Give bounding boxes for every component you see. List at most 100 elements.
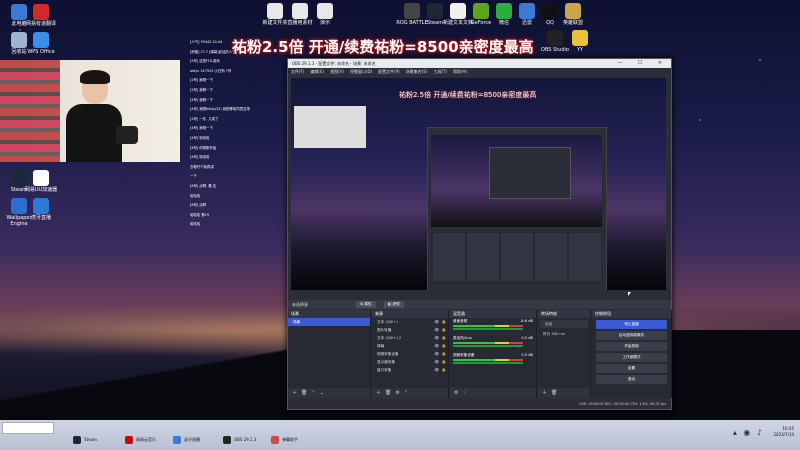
source-item[interactable]: 显示器采集 👁 🔒 — [372, 358, 448, 366]
move-up-icon[interactable]: ⌃ — [311, 390, 315, 396]
taskbar-item[interactable]: 虎牙直播 — [172, 434, 200, 446]
lock-icon[interactable]: 🔒 — [442, 326, 446, 334]
source-up-icon[interactable]: ⌃ — [404, 390, 408, 396]
app-icon — [572, 30, 588, 46]
taskbar-item-label: 虎牙直播 — [184, 437, 200, 442]
menu-item[interactable]: 文件(F) — [291, 69, 304, 74]
source-settings-icon[interactable]: ⚙ — [395, 390, 399, 396]
desktop-icon[interactable]: 演示 — [308, 3, 342, 26]
eye-icon[interactable]: 👁 — [434, 366, 439, 374]
mixer-settings-icon[interactable]: ⚙ — [454, 390, 458, 396]
source-label: 文本 (GDI+) — [377, 320, 398, 324]
lock-icon[interactable]: 🔒 — [442, 334, 446, 342]
desktop-icon[interactable]: 网易有道翻译 — [24, 4, 58, 27]
source-item[interactable]: 图片轮播 👁 🔒 — [372, 326, 448, 334]
desktop-icon-label: WPS Office — [27, 49, 55, 55]
menu-item[interactable]: 场景集合(S) — [406, 69, 428, 74]
taskbar-item[interactable]: 网易云音乐 — [124, 434, 156, 446]
obs-titlebar[interactable]: OBS 29.1.3 - 配置文件: 未命名 - 场景: 未命名 — ☐ ✕ — [288, 59, 671, 68]
remove-scene-icon[interactable]: 🗑 — [301, 390, 307, 396]
move-down-icon[interactable]: ⌄ — [320, 390, 324, 396]
remove-transition-icon[interactable]: 🗑 — [551, 390, 557, 396]
system-tray[interactable]: ▴ ◉ ♪ — [733, 428, 764, 437]
add-source-icon[interactable]: ＋ — [376, 390, 381, 396]
streamer — [60, 70, 122, 162]
taskbar-app-icon — [125, 436, 133, 444]
source-item[interactable]: 弹幕 👁 🔒 — [372, 342, 448, 350]
chat-message: [4号] 我刚一下 — [190, 97, 213, 102]
taskbar-item[interactable]: 弹幕助手 — [270, 434, 298, 446]
transition-select[interactable]: 淡出 — [540, 320, 588, 328]
desktop-icon-label: 网易有道翻译 — [25, 21, 56, 27]
menu-item[interactable]: 帮助(H) — [453, 69, 467, 74]
taskbar-item-label: Steam — [84, 437, 97, 442]
eye-icon[interactable]: 👁 — [434, 342, 439, 350]
source-item[interactable]: 文本 (GDI+) 👁 🔒 — [372, 318, 448, 326]
desktop-icon-label: 演示 — [319, 20, 330, 26]
chat-message: [2号] 这是什么游戏 — [190, 59, 220, 64]
control-button[interactable]: 设置 — [596, 364, 667, 373]
lock-icon[interactable]: 🔒 — [442, 358, 446, 366]
source-label: 弹幕 — [377, 344, 385, 348]
window-buttons[interactable]: — ☐ ✕ — [617, 59, 669, 68]
scenes-dock: 场景 场景 ＋ 🗑 ⌃ ⌄ — [288, 310, 371, 398]
taskbar-item[interactable]: Steam — [72, 434, 97, 446]
properties-button[interactable]: ⚙ 属性 — [356, 301, 376, 308]
filters-button[interactable]: ◧ 滤镜 — [384, 301, 404, 308]
taskbar-search[interactable] — [2, 422, 54, 434]
eye-icon[interactable]: 👁 — [434, 350, 439, 358]
volume-slider[interactable] — [453, 362, 523, 364]
source-label: 图片轮播 — [377, 328, 392, 332]
source-item[interactable]: 窗口采集 👁 🔒 — [372, 366, 448, 374]
source-item[interactable]: 视频采集设备 👁 🔒 — [372, 350, 448, 358]
obs-preview[interactable]: 祐粉2.5倍 开通/续费祐粉=8500亲密度最高 — [291, 78, 666, 290]
desktop-icon[interactable]: 虎牙直播 — [24, 198, 58, 221]
taskbar-clock[interactable]: 10:45 2023/7/14 — [773, 426, 794, 438]
chat-message: oldyu 147525 小白狗 7号 — [190, 68, 232, 73]
menu-item[interactable]: 视图(V) — [330, 69, 344, 74]
control-button[interactable]: 开始录制 — [596, 342, 667, 351]
control-button[interactable]: 启动虚拟摄像机 — [596, 331, 667, 340]
volume-slider[interactable] — [453, 345, 523, 347]
sources-dock: 来源 文本 (GDI+) 👁 🔒 图片轮播 👁 🔒 文本 (GDI+) 2 👁 🔒 弹幕 👁 🔒 视频采… — [372, 310, 449, 398]
chat-message: [4号] 哈哈哈 — [190, 155, 210, 160]
control-button[interactable]: 停止直播 — [596, 320, 667, 329]
desktop-icon[interactable]: 英雄联盟 — [556, 3, 590, 26]
taskbar-app-icon — [271, 436, 279, 444]
menu-item[interactable]: 工具(T) — [433, 69, 447, 74]
control-button[interactable]: 退出 — [596, 375, 667, 384]
menu-item[interactable]: 配置文件(P) — [378, 69, 400, 74]
eye-icon[interactable]: 👁 — [434, 326, 439, 334]
duration-input[interactable]: 300 ms — [551, 332, 564, 336]
desktop-icon[interactable]: WPS Office — [24, 32, 58, 55]
eye-icon[interactable]: 👁 — [434, 334, 439, 342]
lock-icon[interactable]: 🔒 — [442, 342, 446, 350]
control-button[interactable]: 工作室模式 — [596, 353, 667, 362]
menu-item[interactable]: 停靠窗口(D) — [350, 69, 372, 74]
taskbar-item-label: 网易云音乐 — [136, 437, 156, 442]
menu-item[interactable]: 编辑(E) — [310, 69, 324, 74]
app-icon — [292, 3, 308, 19]
desktop-icon[interactable]: 网易UU加速器 — [24, 170, 58, 193]
lock-icon[interactable]: 🔒 — [442, 366, 446, 374]
taskbar-item[interactable]: OBS 29.1.3 — [222, 434, 256, 446]
source-label: 窗口采集 — [377, 368, 392, 372]
scene-item[interactable]: 场景 — [288, 318, 370, 326]
lock-icon[interactable]: 🔒 — [442, 350, 446, 358]
source-item[interactable]: 文本 (GDI+) 2 👁 🔒 — [372, 334, 448, 342]
eye-icon[interactable]: 👁 — [434, 358, 439, 366]
desktop-icon[interactable]: YY — [563, 30, 597, 53]
remove-source-icon[interactable]: 🗑 — [385, 390, 391, 396]
figure-shelf — [0, 60, 60, 162]
eye-icon[interactable]: 👁 — [434, 318, 439, 326]
app-icon — [33, 4, 49, 20]
chat-message: [2号] 我刚一下 — [190, 78, 213, 83]
taskbar-item-label: OBS 29.1.3 — [234, 437, 257, 442]
app-icon — [565, 3, 581, 19]
add-transition-icon[interactable]: ＋ — [542, 390, 547, 396]
add-scene-icon[interactable]: ＋ — [292, 390, 297, 396]
lock-icon[interactable]: 🔒 — [442, 318, 446, 326]
obs-window[interactable]: OBS 29.1.3 - 配置文件: 未命名 - 场景: 未命名 — ☐ ✕ 文… — [287, 58, 672, 410]
mixer-menu-icon[interactable]: ⋮ — [462, 390, 467, 396]
volume-slider[interactable] — [453, 328, 523, 330]
